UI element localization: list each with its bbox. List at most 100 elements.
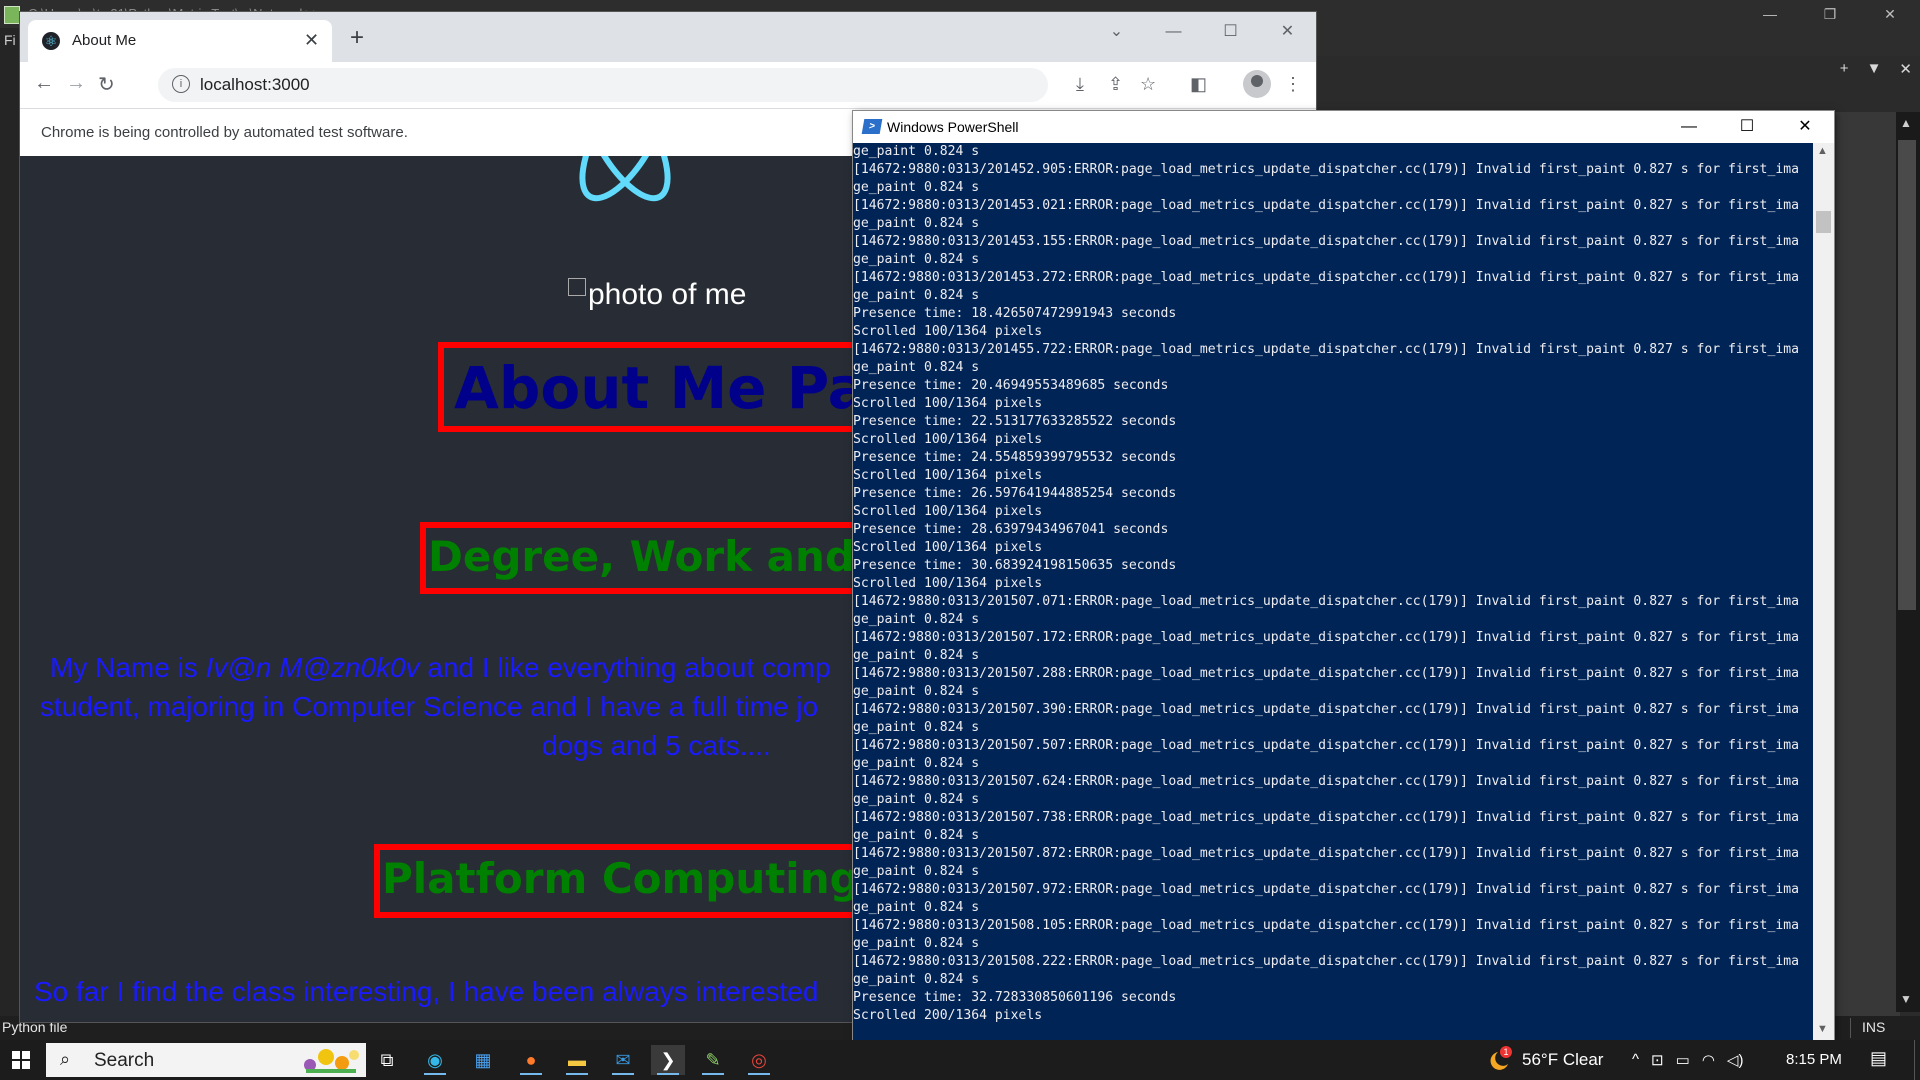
- console-line: [14672:9880:0313/201453.155:ERROR:page_l…: [853, 234, 1799, 249]
- new-tab-button[interactable]: +: [350, 26, 364, 50]
- taskbar-chrome-icon[interactable]: ◎: [742, 1045, 776, 1075]
- search-icon: ⌕: [60, 1049, 71, 1069]
- powershell-window-controls: — ☐ ✕: [1660, 111, 1834, 143]
- console-line: [14672:9880:0313/201453.021:ERROR:page_l…: [853, 198, 1799, 213]
- side-panel-icon[interactable]: ◧: [1190, 74, 1207, 95]
- chrome-tabstrip: ⚛ About Me ✕ + ⌄ — ☐ ✕: [20, 12, 1316, 62]
- console-line: Presence time: 32.728330850601196 second…: [853, 990, 1177, 1005]
- reload-icon[interactable]: ↻: [98, 72, 115, 97]
- install-app-icon[interactable]: ⤓: [1076, 74, 1084, 95]
- console-line: [14672:9880:0313/201508.105:ERROR:page_l…: [853, 918, 1799, 933]
- meet-now-icon[interactable]: ⊡: [1651, 1051, 1664, 1069]
- tab-title: About Me: [72, 32, 137, 49]
- running-indicator: [520, 1073, 542, 1075]
- infobar-message: Chrome is being controlled by automated …: [41, 124, 408, 141]
- minimize-icon[interactable]: —: [1740, 0, 1800, 28]
- taskbar-edge-icon[interactable]: ◉: [418, 1045, 452, 1075]
- site-info-icon[interactable]: i: [172, 75, 190, 93]
- system-tray: ^ ⊡ ▭ ◠ ◁): [1632, 1051, 1743, 1069]
- close-icon[interactable]: ✕: [1259, 12, 1316, 52]
- powershell-scrollbar[interactable]: ▲ ▼: [1813, 143, 1834, 1041]
- windows-start-icon[interactable]: [0, 1040, 44, 1080]
- photo-alt-text: photo of me: [588, 278, 747, 311]
- intro-text-start: My Name is: [50, 652, 206, 683]
- running-indicator: [424, 1073, 446, 1075]
- tab-close-icon[interactable]: ✕: [304, 30, 319, 51]
- wifi-icon[interactable]: ◠: [1702, 1051, 1715, 1069]
- back-arrow-icon[interactable]: ←: [34, 72, 54, 95]
- forward-arrow-icon[interactable]: →: [66, 72, 86, 95]
- battery-icon[interactable]: ▭: [1676, 1051, 1690, 1069]
- scrollbar-thumb[interactable]: [1816, 211, 1831, 233]
- console-line: Presence time: 18.426507472991943 second…: [853, 306, 1177, 321]
- console-line: ge_paint 0.824 s: [853, 720, 980, 735]
- dropdown-icon[interactable]: ▼: [1867, 60, 1882, 78]
- notification-center-icon[interactable]: ▤: [1870, 1048, 1887, 1069]
- console-line: [14672:9880:0313/201507.390:ERROR:page_l…: [853, 702, 1799, 717]
- show-hidden-icons-icon[interactable]: ^: [1632, 1051, 1639, 1069]
- restore-icon[interactable]: ❐: [1800, 0, 1860, 28]
- search-placeholder: Search: [94, 1050, 155, 1071]
- profile-photo-broken-image: photo of me: [568, 278, 746, 312]
- show-desktop-button[interactable]: [1914, 1040, 1920, 1080]
- running-indicator: [612, 1073, 634, 1075]
- powershell-titlebar: > Windows PowerShell — ☐ ✕: [853, 111, 1834, 143]
- chrome-toolbar: ← → ↻ i localhost:3000 ⤓ ⇪ ☆ ◧ ⋮: [20, 62, 1316, 108]
- console-line: ge_paint 0.824 s: [853, 972, 980, 987]
- minimize-icon[interactable]: —: [1145, 12, 1202, 52]
- powershell-icon: >: [861, 119, 883, 134]
- console-line: ge_paint 0.824 s: [853, 828, 980, 843]
- taskbar-search-box[interactable]: ⌕ Search: [46, 1043, 366, 1077]
- share-icon[interactable]: ⇪: [1108, 74, 1123, 95]
- scroll-down-icon[interactable]: ▼: [1817, 1023, 1828, 1035]
- scroll-up-icon[interactable]: ▲: [1900, 116, 1912, 130]
- chrome-menu-icon[interactable]: ⋮: [1284, 74, 1302, 95]
- address-bar[interactable]: i localhost:3000: [158, 68, 1048, 102]
- close-icon[interactable]: ✕: [1860, 0, 1920, 28]
- volume-icon[interactable]: ◁): [1727, 1051, 1744, 1069]
- background-toolbar-icons: + ▼ ✕: [1840, 60, 1912, 78]
- console-line: Scrolled 100/1364 pixels: [853, 576, 1043, 591]
- console-line: ge_paint 0.824 s: [853, 864, 980, 879]
- console-line: ge_paint 0.824 s: [853, 936, 980, 951]
- powershell-console[interactable]: ge_paint 0.824 s [14672:9880:0313/201452.…: [853, 143, 1813, 1041]
- console-line: Presence time: 22.513177633285522 second…: [853, 414, 1177, 429]
- maximize-icon[interactable]: ☐: [1718, 111, 1776, 143]
- close-icon[interactable]: ✕: [1776, 111, 1834, 143]
- running-indicator: [566, 1073, 588, 1075]
- tab-about-me[interactable]: ⚛ About Me ✕: [28, 20, 332, 62]
- maximize-icon[interactable]: ☐: [1202, 12, 1259, 52]
- weather-text[interactable]: 56°F Clear: [1522, 1050, 1603, 1070]
- console-line: [14672:9880:0313/201455.722:ERROR:page_l…: [853, 342, 1799, 357]
- console-line: Presence time: 26.597641944885254 second…: [853, 486, 1177, 501]
- close-tab-icon[interactable]: ✕: [1899, 60, 1912, 78]
- console-line: ge_paint 0.824 s: [853, 288, 980, 303]
- tab-search-icon[interactable]: ⌄: [1088, 12, 1145, 52]
- taskbar-firefox-icon[interactable]: ●: [514, 1045, 548, 1075]
- console-line: [14672:9880:0313/201507.624:ERROR:page_l…: [853, 774, 1799, 789]
- scroll-down-icon[interactable]: ▼: [1900, 992, 1912, 1006]
- taskbar-store-icon[interactable]: ▦: [466, 1045, 500, 1075]
- background-menu-file[interactable]: Fi: [4, 32, 16, 48]
- platform-heading: Platform Computing C: [382, 854, 906, 903]
- console-line: Presence time: 30.683924198150635 second…: [853, 558, 1177, 573]
- console-line: [14672:9880:0313/201453.272:ERROR:page_l…: [853, 270, 1799, 285]
- minimize-icon[interactable]: —: [1660, 111, 1718, 143]
- console-line: ge_paint 0.824 s: [853, 216, 980, 231]
- taskbar-task-view-icon[interactable]: ⧉: [370, 1045, 404, 1075]
- powershell-title: Windows PowerShell: [887, 119, 1019, 135]
- profile-avatar-icon[interactable]: [1243, 70, 1271, 98]
- bookmark-star-icon[interactable]: ☆: [1140, 74, 1156, 95]
- background-scrollbar-thumb[interactable]: [1898, 140, 1916, 610]
- taskbar-notepad-plus-plus-icon[interactable]: ✎: [696, 1045, 730, 1075]
- scroll-up-icon[interactable]: ▲: [1817, 145, 1828, 157]
- background-left-strip: [0, 28, 20, 1028]
- react-favicon-icon: ⚛: [42, 32, 60, 50]
- taskbar-clock[interactable]: 8:15 PM: [1786, 1051, 1842, 1068]
- taskbar-mail-icon[interactable]: ✉: [606, 1045, 640, 1075]
- taskbar-file-explorer-icon[interactable]: ▬: [560, 1045, 594, 1075]
- console-line: Scrolled 100/1364 pixels: [853, 432, 1043, 447]
- taskbar-powershell-icon[interactable]: ❯: [651, 1045, 685, 1075]
- add-icon[interactable]: +: [1840, 60, 1849, 78]
- url-text[interactable]: localhost:3000: [200, 75, 310, 95]
